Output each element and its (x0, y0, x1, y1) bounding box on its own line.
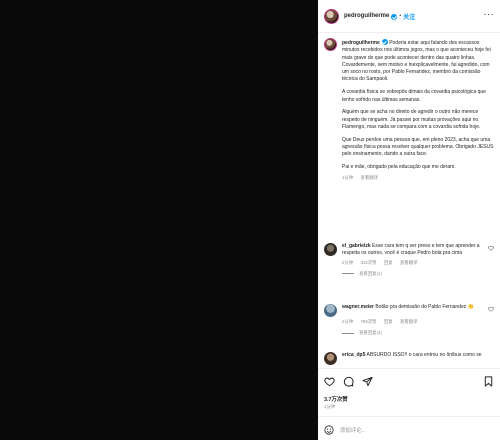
comment-icon[interactable] (343, 376, 354, 387)
comment-input[interactable]: 添加评论... (340, 426, 366, 434)
verified-icon (391, 13, 398, 20)
view-replies-button[interactable]: 查看回复(4) (342, 330, 496, 336)
caption-paragraph-1: Poderia estar aqui falando dos escassos … (342, 40, 491, 83)
comment-item: wagner.meier Botão pra demissão do Pablo… (324, 304, 496, 336)
comment-text: ABSURDO ISSO!! o cara entrou no ônibus c… (366, 352, 482, 358)
caption-text: pedroguilherme Poderia estar aqui faland… (342, 38, 494, 171)
heart-icon[interactable] (324, 376, 335, 387)
comment-username[interactable]: wagner.meier (342, 304, 374, 310)
view-replies-label[interactable]: 查看回复(1) (359, 271, 382, 277)
comment-meta: 2分钟 342次赞 回复 查看翻译 (342, 260, 496, 266)
comment-meta: 2分钟 796次赞 回复 查看翻译 (342, 319, 496, 325)
verified-icon (381, 38, 388, 45)
comment-username[interactable]: erica_dp5 (342, 352, 365, 358)
replies-divider (342, 273, 354, 274)
comment-time: 2分钟 (342, 259, 354, 265)
heart-icon[interactable] (488, 245, 494, 251)
heart-icon[interactable] (488, 306, 494, 312)
caption-paragraph-3: Alguém que se acha no direito de agredir… (342, 109, 481, 130)
caption-meta: 1分钟 查看翻译 (342, 175, 496, 181)
caption-paragraph-2: A covardia física se sobrepôs dimais da … (342, 89, 486, 103)
bookmark-icon[interactable] (483, 376, 494, 387)
view-replies-button[interactable]: 查看回复(1) (342, 271, 496, 277)
comment-likes[interactable]: 342次赞 (360, 260, 376, 265)
comment-likes[interactable]: 796次赞 (360, 319, 376, 324)
caption: pedroguilherme Poderia estar aqui faland… (324, 38, 496, 181)
add-comment-bar: 添加评论... (318, 416, 500, 440)
comment-text: Botão pra demissão do Pablo Fernandez 👏 (375, 304, 474, 310)
comment-item: erica_dp5 ABSURDO ISSO!! o cara entrou n… (324, 352, 496, 365)
comment-reply-button[interactable]: 回复 (384, 260, 393, 265)
action-bar: 3.7万次赞 1分钟 添加评论... (318, 368, 500, 440)
post-panel: pedroguilherme • 关注 ··· pedroguilherme P… (318, 0, 500, 440)
follow-button[interactable]: 关注 (403, 12, 415, 21)
comment-translate-link[interactable]: 查看翻译 (400, 260, 418, 265)
comment-time: 2分钟 (342, 319, 354, 324)
caption-username[interactable]: pedroguilherme (342, 40, 380, 46)
caption-paragraph-4: Que Deus perdoe uma pessoa que, em pleno… (342, 136, 494, 158)
comment-item: el_gabrielzk Esse cara tem q ser preso e… (324, 243, 496, 277)
caption-avatar[interactable] (324, 38, 337, 51)
emoji-icon[interactable] (324, 424, 334, 435)
comment-reply-button[interactable]: 回复 (384, 319, 393, 324)
avatar[interactable] (324, 8, 339, 24)
post-media (0, 0, 318, 440)
caption-time: 1分钟 (342, 175, 354, 181)
view-replies-label[interactable]: 查看回复(4) (359, 330, 382, 336)
post-date: 1分钟 (324, 404, 336, 409)
comment-username[interactable]: el_gabrielzk (342, 243, 371, 249)
commenter-avatar[interactable] (324, 304, 337, 317)
commenter-avatar[interactable] (324, 352, 337, 365)
header-username[interactable]: pedroguilherme (344, 13, 389, 19)
caption-translate-link[interactable]: 查看翻译 (360, 175, 378, 180)
post-header: pedroguilherme • 关注 ··· (318, 0, 500, 33)
replies-divider (342, 332, 354, 334)
separator-dot: • (399, 13, 402, 19)
share-icon[interactable] (362, 376, 373, 387)
likes-count[interactable]: 3.7万次赞 (324, 395, 348, 403)
caption-paragraph-5: Pai e mãe, obrigado pela educação que me… (342, 164, 456, 171)
more-icon[interactable]: ··· (484, 9, 495, 19)
commenter-avatar[interactable] (324, 243, 337, 256)
comment-translate-link[interactable]: 查看翻译 (400, 319, 418, 324)
